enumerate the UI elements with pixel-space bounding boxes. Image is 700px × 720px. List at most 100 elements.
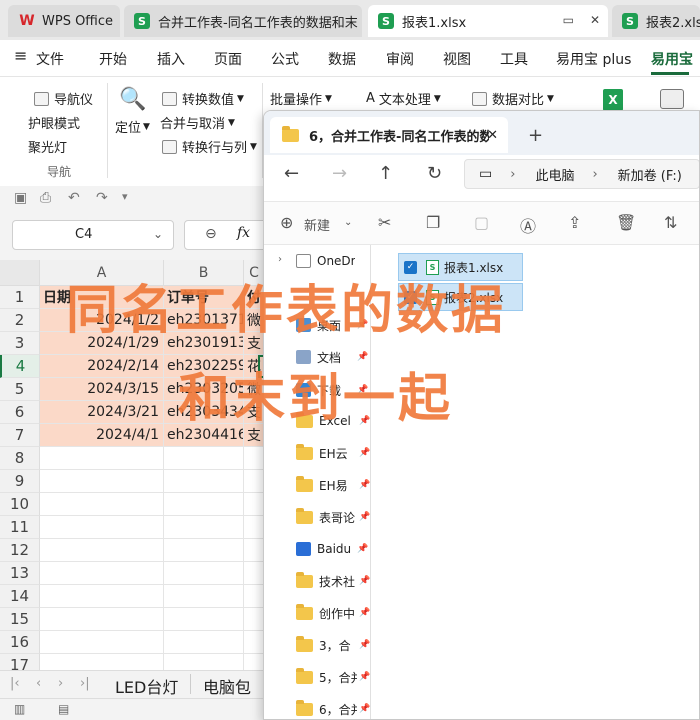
new-icon[interactable]: ⊕ bbox=[280, 213, 293, 232]
formula-bar[interactable]: ⊖ fx bbox=[184, 220, 274, 250]
hamburger-icon[interactable]: ≡ bbox=[14, 46, 27, 65]
row-header[interactable]: 12 bbox=[0, 539, 40, 562]
new-button[interactable]: 新建 bbox=[304, 215, 330, 234]
tab-report1[interactable]: S 报表1.xlsx ▭ ✕ bbox=[368, 5, 608, 37]
table-cell[interactable] bbox=[164, 608, 244, 631]
copy-icon[interactable]: ❐ bbox=[426, 213, 440, 232]
up-icon[interactable]: ↑ bbox=[378, 163, 393, 184]
table-cell[interactable] bbox=[164, 562, 244, 585]
spotlight-button[interactable]: 聚光灯 bbox=[28, 137, 67, 156]
table-cell[interactable] bbox=[40, 631, 164, 654]
table-cell[interactable] bbox=[244, 493, 265, 516]
nav-item[interactable]: 表哥论 📌 bbox=[296, 507, 370, 527]
row-header[interactable]: 1 bbox=[0, 286, 40, 309]
table-cell[interactable] bbox=[40, 608, 164, 631]
table-cell[interactable] bbox=[164, 539, 244, 562]
nav-item[interactable]: 5，合并📌 bbox=[296, 667, 370, 687]
table-cell[interactable] bbox=[40, 493, 164, 516]
paste-icon[interactable]: ▢ bbox=[474, 213, 489, 232]
row-header[interactable]: 5 bbox=[0, 378, 40, 401]
nav-item[interactable]: 3，合 📌 bbox=[296, 635, 370, 655]
row-header[interactable]: 8 bbox=[0, 447, 40, 470]
table-cell[interactable] bbox=[244, 470, 265, 493]
print-icon[interactable] bbox=[660, 89, 684, 109]
menu-easyuse-plus[interactable]: 易用宝 plus bbox=[556, 49, 631, 69]
row-header[interactable]: 10 bbox=[0, 493, 40, 516]
sort-icon[interactable]: ⇅ bbox=[664, 213, 677, 232]
table-cell[interactable] bbox=[164, 470, 244, 493]
row-header[interactable]: 15 bbox=[0, 608, 40, 631]
menu-review[interactable]: 审阅 bbox=[386, 49, 414, 69]
table-cell[interactable] bbox=[164, 585, 244, 608]
breadcrumb-drive[interactable]: 新加卷 (F:) bbox=[618, 165, 682, 184]
merge-cancel-button[interactable]: 合并与取消 ▼ bbox=[160, 113, 235, 132]
table-cell[interactable] bbox=[244, 562, 265, 585]
menu-formula[interactable]: 公式 bbox=[271, 49, 299, 69]
forward-icon[interactable]: → bbox=[332, 163, 347, 184]
menu-file[interactable]: 文件 bbox=[36, 49, 64, 69]
pin-icon[interactable]: 📌 bbox=[359, 640, 370, 650]
text-process-button[interactable]: A 文本处理 ▼ bbox=[366, 89, 441, 108]
nav-item[interactable]: 创作中 📌 bbox=[296, 603, 370, 623]
pin-icon[interactable]: 📌 bbox=[359, 672, 370, 682]
table-cell[interactable] bbox=[40, 447, 164, 470]
pin-icon[interactable]: 📌 bbox=[359, 512, 370, 522]
batch-button[interactable]: 批量操作 ▼ bbox=[270, 89, 332, 108]
table-cell[interactable]: 2024/3/15 bbox=[40, 378, 164, 401]
table-cell[interactable]: 2024/2/14 bbox=[40, 355, 164, 378]
pin-icon[interactable]: 📌 bbox=[359, 608, 370, 618]
chevron-down-icon[interactable]: ⌄ bbox=[344, 217, 352, 228]
chevron-right-icon[interactable]: › bbox=[278, 254, 282, 265]
sheet-tab-bag[interactable]: 电脑包 bbox=[203, 674, 251, 698]
close-icon[interactable]: ✕ bbox=[487, 128, 498, 143]
row-header[interactable]: 13 bbox=[0, 562, 40, 585]
pin-icon[interactable]: 📌 bbox=[359, 704, 370, 714]
nav-item[interactable]: EH易 📌 bbox=[296, 475, 370, 495]
refresh-icon[interactable]: ↻ bbox=[427, 163, 442, 184]
table-cell[interactable] bbox=[40, 539, 164, 562]
table-cell[interactable]: 2024/4/1 bbox=[40, 424, 164, 447]
nav-item[interactable]: 技术社 📌 bbox=[296, 571, 370, 591]
table-cell[interactable] bbox=[244, 447, 265, 470]
menu-data[interactable]: 数据 bbox=[328, 49, 356, 69]
table-cell[interactable] bbox=[164, 516, 244, 539]
table-cell[interactable] bbox=[40, 562, 164, 585]
menu-home[interactable]: 开始 bbox=[99, 49, 127, 69]
row-header[interactable]: 9 bbox=[0, 470, 40, 493]
menu-tools[interactable]: 工具 bbox=[500, 49, 528, 69]
tab-wps-office[interactable]: W WPS Office bbox=[8, 5, 120, 37]
window-icon[interactable]: ▭ bbox=[563, 13, 574, 27]
excel-icon[interactable]: X bbox=[603, 89, 623, 111]
first-sheet-icon[interactable]: |‹ bbox=[10, 676, 20, 691]
pin-icon[interactable]: 📌 bbox=[359, 576, 370, 586]
next-sheet-icon[interactable]: › bbox=[58, 676, 63, 691]
locate-button[interactable]: 定位 ▼ bbox=[115, 117, 150, 136]
row-header[interactable]: 3 bbox=[0, 332, 40, 355]
print-icon[interactable]: ⎙ bbox=[40, 190, 51, 206]
row-header[interactable]: 7 bbox=[0, 424, 40, 447]
table-cell[interactable] bbox=[164, 493, 244, 516]
table-cell[interactable] bbox=[40, 516, 164, 539]
table-cell[interactable] bbox=[164, 631, 244, 654]
nav-item[interactable]: EH云 📌 bbox=[296, 443, 370, 463]
row-header[interactable]: 4 bbox=[0, 355, 40, 378]
redo-icon[interactable]: ↷ bbox=[96, 190, 108, 206]
explorer-tab[interactable]: 6，合并工作表-同名工作表的数 ✕ bbox=[270, 117, 508, 153]
menu-view[interactable]: 视图 bbox=[443, 49, 471, 69]
data-compare-button[interactable]: 数据对比 ▼ bbox=[472, 89, 554, 108]
eye-mode-button[interactable]: 护眼模式 bbox=[28, 113, 80, 132]
nav-item[interactable]: 6，合并📌 bbox=[296, 699, 370, 719]
row-header[interactable]: 16 bbox=[0, 631, 40, 654]
table-cell[interactable] bbox=[244, 585, 265, 608]
tab-report2[interactable]: S 报表2.xlsx bbox=[612, 5, 700, 37]
add-tab-icon[interactable]: + bbox=[528, 125, 543, 146]
select-all-corner[interactable] bbox=[0, 260, 40, 286]
name-box[interactable]: C4 ⌄ bbox=[12, 220, 174, 250]
row-header[interactable]: 11 bbox=[0, 516, 40, 539]
address-bar[interactable]: ▭ › 此电脑 › 新加卷 (F:) bbox=[464, 159, 699, 189]
chevron-down-icon[interactable]: ⌄ bbox=[153, 227, 163, 241]
table-cell[interactable] bbox=[40, 470, 164, 493]
tab-merge-sheets[interactable]: S 合并工作表-同名工作表的数据和末到 bbox=[124, 5, 362, 37]
table-cell[interactable] bbox=[40, 585, 164, 608]
back-icon[interactable]: ← bbox=[284, 163, 299, 184]
